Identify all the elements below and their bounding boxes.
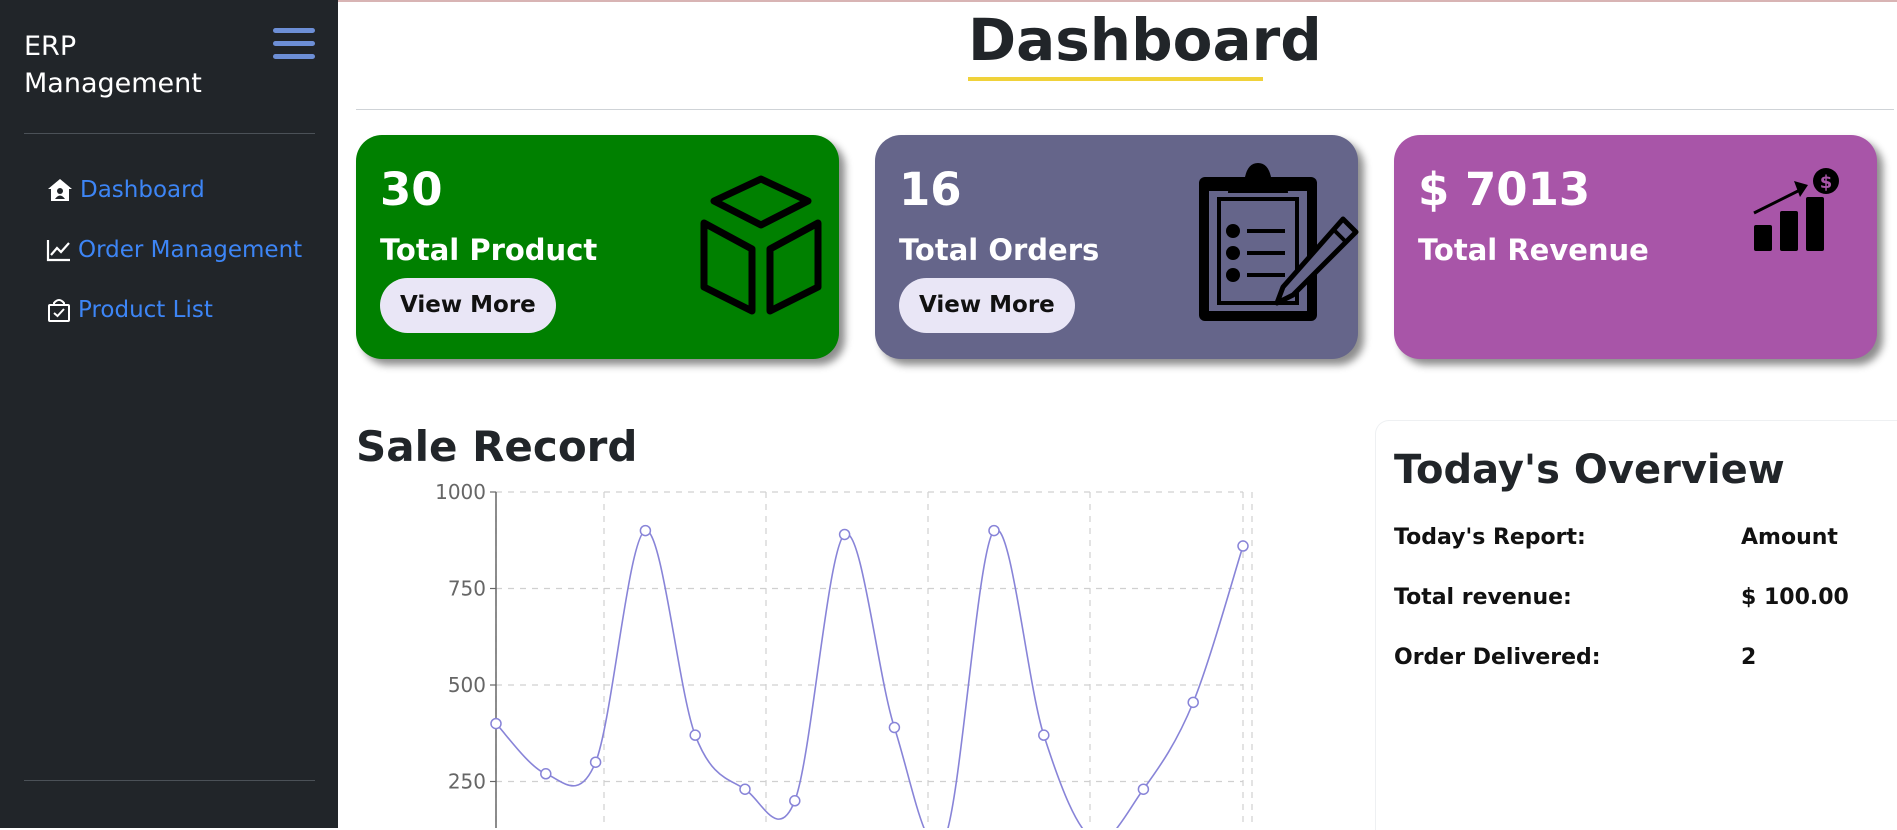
data-point [1137,783,1150,795]
sales-line [495,528,1244,828]
menu-toggle-button[interactable] [273,28,315,68]
sidebar-item-label: Product List [78,297,213,323]
sidebar-item-label: Dashboard [80,177,205,203]
data-point [689,729,701,741]
hamburger-bar [273,28,315,33]
data-point [739,783,751,795]
hamburger-bar [273,41,315,46]
sale-record-chart: 250 500 750 1000 [435,480,1253,828]
data-point [1038,729,1050,741]
data-point [988,524,1000,537]
sidebar-item-order-management[interactable]: Order Management [46,235,302,265]
data-point [1237,540,1249,552]
main-content: Dashboard 30 Total Product View More 16 … [338,0,1897,830]
overview-title: Today's Overview [1394,447,1785,493]
sidebar-divider [24,133,315,134]
sidebar: ERP Management Dashboard Order Managemen… [0,0,338,828]
shopping-bag-icon [48,299,70,322]
sidebar-item-product-list[interactable]: Product List [46,295,302,325]
data-point [490,717,502,730]
overview-value: Amount [1741,525,1838,550]
revenue-growth-icon: $ [1753,168,1839,251]
y-tick-label: 1000 [435,480,486,504]
chart-line-icon [46,240,70,262]
data-point [789,795,801,807]
y-tick-label: 750 [448,577,486,601]
card-value: 16 [899,163,962,216]
data-point [838,528,851,541]
view-more-products-button[interactable]: View More [380,278,556,333]
total-orders-card: 16 Total Orders View More [875,135,1359,359]
card-label: Total Revenue [1418,233,1649,267]
data-point [540,768,552,780]
title-underline [968,77,1263,81]
card-label: Total Product [380,233,598,267]
hamburger-bar [273,54,315,59]
svg-text:$: $ [1820,172,1833,193]
brand-title: ERP Management [24,28,202,102]
y-tick-label: 500 [448,673,486,697]
sidebar-nav: Dashboard Order Management Product List [46,175,302,355]
card-label: Total Orders [899,233,1100,267]
overview-value: 2 [1741,645,1757,670]
total-revenue-card: $ 7013 Total Revenue $ [1394,135,1877,359]
card-value: $ 7013 [1418,163,1591,216]
clipboard-icon [1199,163,1359,321]
y-tick-label: 250 [448,770,486,794]
data-point [1187,696,1199,709]
page-title: Dashboard [968,6,1322,74]
overview-value: $ 100.00 [1741,585,1849,610]
card-value: 30 [380,163,443,216]
header-divider [356,109,1894,110]
todays-overview-panel: Today's Overview Today's Report: Amount … [1375,420,1897,830]
box-icon [700,175,822,315]
data-point [589,756,602,768]
brand-line-2: Management [24,68,202,99]
sidebar-divider [24,780,315,781]
data-point [639,524,652,537]
home-icon [48,179,72,201]
overview-key: Order Delivered: [1394,645,1601,670]
sidebar-item-dashboard[interactable]: Dashboard [46,175,302,205]
sale-record-title: Sale Record [356,422,638,471]
brand-line-1: ERP [24,31,77,62]
view-more-orders-button[interactable]: View More [899,278,1075,333]
sidebar-item-label: Order Management [78,237,303,263]
overview-key: Total revenue: [1394,585,1572,610]
data-point [888,721,901,734]
total-product-card: 30 Total Product View More [356,135,839,359]
overview-key: Today's Report: [1394,525,1586,550]
